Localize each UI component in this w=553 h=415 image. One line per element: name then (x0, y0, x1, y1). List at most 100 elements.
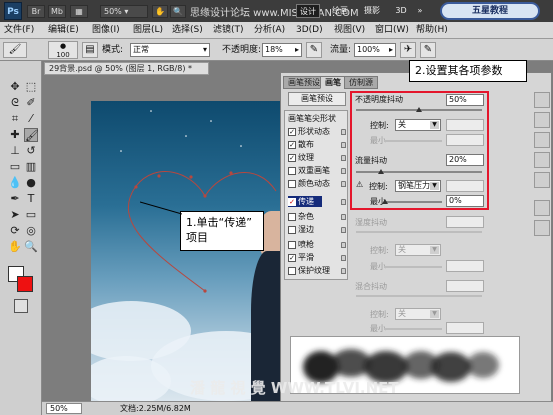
brush-size-picker[interactable]: ● 100 (48, 41, 78, 59)
menu-3d[interactable]: 3D(D) (296, 24, 323, 37)
brush-panel-toggle-icon[interactable]: ▤ (82, 42, 98, 58)
3d-orbit-tool-icon[interactable]: ◎ (24, 224, 38, 238)
checkbox-checked[interactable]: ✓ (288, 253, 296, 262)
checkbox-checked[interactable]: ✓ (288, 127, 296, 136)
panel-icon-channels[interactable] (534, 152, 550, 168)
menu-help[interactable]: 帮助(H) (416, 24, 448, 37)
side-item-dual-brush[interactable]: 双重画笔 (288, 165, 330, 176)
brush-presets-button[interactable]: 画笔预设 (288, 92, 346, 106)
shape-tool-icon[interactable]: ▭ (24, 208, 38, 222)
lock-icon[interactable] (341, 199, 346, 205)
menu-layer[interactable]: 图层(L) (133, 24, 163, 37)
guides-icon[interactable]: ▦ (70, 5, 88, 18)
move-tool-icon[interactable]: ✥ (8, 80, 22, 94)
clone-stamp-tool-icon[interactable]: ⊥ (8, 144, 22, 158)
workspace-painting[interactable]: 绘画 (328, 4, 352, 18)
side-item-wet-edges[interactable]: 湿边 (288, 224, 314, 235)
pen-tool-icon[interactable]: ✒ (8, 192, 22, 206)
side-item-protect-texture[interactable]: 保护纹理 (288, 265, 330, 276)
panel-icon-masks[interactable] (534, 220, 550, 236)
lock-icon[interactable] (341, 129, 346, 135)
image-canvas[interactable] (91, 101, 286, 401)
pressure-size-icon[interactable]: ✎ (420, 42, 436, 58)
side-item-color-dynamics[interactable]: 颜色动态 (288, 178, 330, 189)
checkbox-checked[interactable]: ✓ (288, 140, 296, 149)
checkbox-unchecked[interactable] (288, 179, 296, 188)
background-color-swatch[interactable] (17, 276, 33, 292)
lock-icon[interactable] (341, 168, 346, 174)
lock-icon[interactable] (341, 255, 346, 261)
history-brush-tool-icon[interactable]: ↺ (24, 144, 38, 158)
side-item-transfer[interactable]: ✓ 传递 (288, 196, 322, 207)
side-item-smoothing[interactable]: ✓ 平滑 (288, 252, 314, 263)
eyedropper-tool-icon[interactable]: ⁄ (24, 112, 38, 126)
flow-field[interactable]: 100% ▸ (354, 43, 396, 57)
workspace-more[interactable]: » (414, 4, 426, 18)
document-tab[interactable]: 29背景.psd @ 50% (图层 1, RGB/8) * (44, 62, 209, 75)
tab-brush-presets[interactable]: 画笔预设 (283, 76, 325, 89)
side-item-airbrush[interactable]: 喷枪 (288, 239, 314, 250)
brush-tool-preset-icon[interactable]: 🖌 (3, 42, 27, 58)
workspace-photography[interactable]: 摄影 (360, 4, 384, 18)
gradient-tool-icon[interactable]: ▥ (24, 160, 38, 174)
workspace-3d[interactable]: 3D (392, 4, 410, 18)
menu-select[interactable]: 选择(S) (172, 24, 203, 37)
panel-icon-adjust[interactable] (534, 200, 550, 216)
workspace-design[interactable]: 设计 (296, 4, 320, 18)
menu-edit[interactable]: 编辑(E) (48, 24, 79, 37)
hand-tool-icon-left[interactable]: ✋ (8, 240, 22, 254)
healing-tool-icon[interactable]: ✚ (8, 128, 22, 142)
checkbox-checked[interactable]: ✓ (288, 197, 296, 206)
lock-icon[interactable] (341, 268, 346, 274)
mode-select[interactable]: 正常 ▾ (130, 43, 210, 57)
menu-window[interactable]: 窗口(W) (375, 24, 409, 37)
tab-brush[interactable]: 画笔 (320, 76, 346, 89)
lock-icon[interactable] (341, 227, 346, 233)
brush-tip-shape-item[interactable]: 画笔笔尖形状 (288, 113, 336, 124)
lock-icon[interactable] (341, 155, 346, 161)
side-item-texture[interactable]: ✓ 纹理 (288, 152, 314, 163)
opacity-field[interactable]: 18% ▸ (262, 43, 302, 57)
zoom-tool-icon-left[interactable]: 🔍 (24, 240, 38, 254)
bridge-button[interactable]: Br (27, 5, 45, 18)
panel-icon-clone[interactable] (534, 112, 550, 128)
panel-icon-layers[interactable] (534, 132, 550, 148)
pressure-opacity-icon[interactable]: ✎ (306, 42, 322, 58)
blur-tool-icon[interactable]: 💧 (8, 176, 22, 190)
brush-tool-icon[interactable]: 🖌 (24, 128, 39, 142)
menu-analysis[interactable]: 分析(A) (254, 24, 285, 37)
side-item-shape-dynamics[interactable]: ✓ 形状动态 (288, 126, 330, 137)
tab-clone-source[interactable]: 仿制源 (344, 76, 378, 89)
checkbox-unchecked[interactable] (288, 266, 296, 275)
checkbox-unchecked[interactable] (288, 240, 296, 249)
crop-tool-icon[interactable]: ⌗ (8, 112, 22, 126)
airbrush-icon[interactable]: ✈ (400, 42, 416, 58)
panel-icon-paths[interactable] (534, 172, 550, 188)
menu-file[interactable]: 文件(F) (4, 24, 34, 37)
3d-rotate-tool-icon[interactable]: ⟳ (8, 224, 22, 238)
lasso-tool-icon[interactable]: ᘓ (8, 96, 22, 110)
eraser-tool-icon[interactable]: ▭ (8, 160, 22, 174)
checkbox-unchecked[interactable] (288, 166, 296, 175)
menu-image[interactable]: 图像(I) (92, 24, 120, 37)
type-tool-icon[interactable]: T (24, 192, 38, 206)
dodge-tool-icon[interactable]: ● (24, 176, 38, 190)
lock-icon[interactable] (341, 242, 346, 248)
path-select-tool-icon[interactable]: ➤ (8, 208, 22, 222)
checkbox-unchecked[interactable] (288, 225, 296, 234)
menu-filter[interactable]: 滤镜(T) (213, 24, 244, 37)
zoom-tool-icon[interactable]: 🔍 (170, 5, 186, 18)
hand-tool-icon[interactable]: ✋ (152, 5, 168, 18)
lock-icon[interactable] (341, 214, 346, 220)
quick-select-tool-icon[interactable]: ✐ (24, 96, 38, 110)
checkbox-checked[interactable]: ✓ (288, 153, 296, 162)
checkbox-unchecked[interactable] (288, 212, 296, 221)
zoom-select[interactable]: 50% ▾ (100, 5, 148, 18)
menu-view[interactable]: 视图(V) (334, 24, 365, 37)
lock-icon[interactable] (341, 181, 346, 187)
side-item-noise[interactable]: 杂色 (288, 211, 314, 222)
lock-icon[interactable] (341, 142, 346, 148)
panel-icon-brush[interactable] (534, 92, 550, 108)
side-item-scattering[interactable]: ✓ 散布 (288, 139, 314, 150)
status-zoom-field[interactable]: 50% (46, 403, 82, 414)
